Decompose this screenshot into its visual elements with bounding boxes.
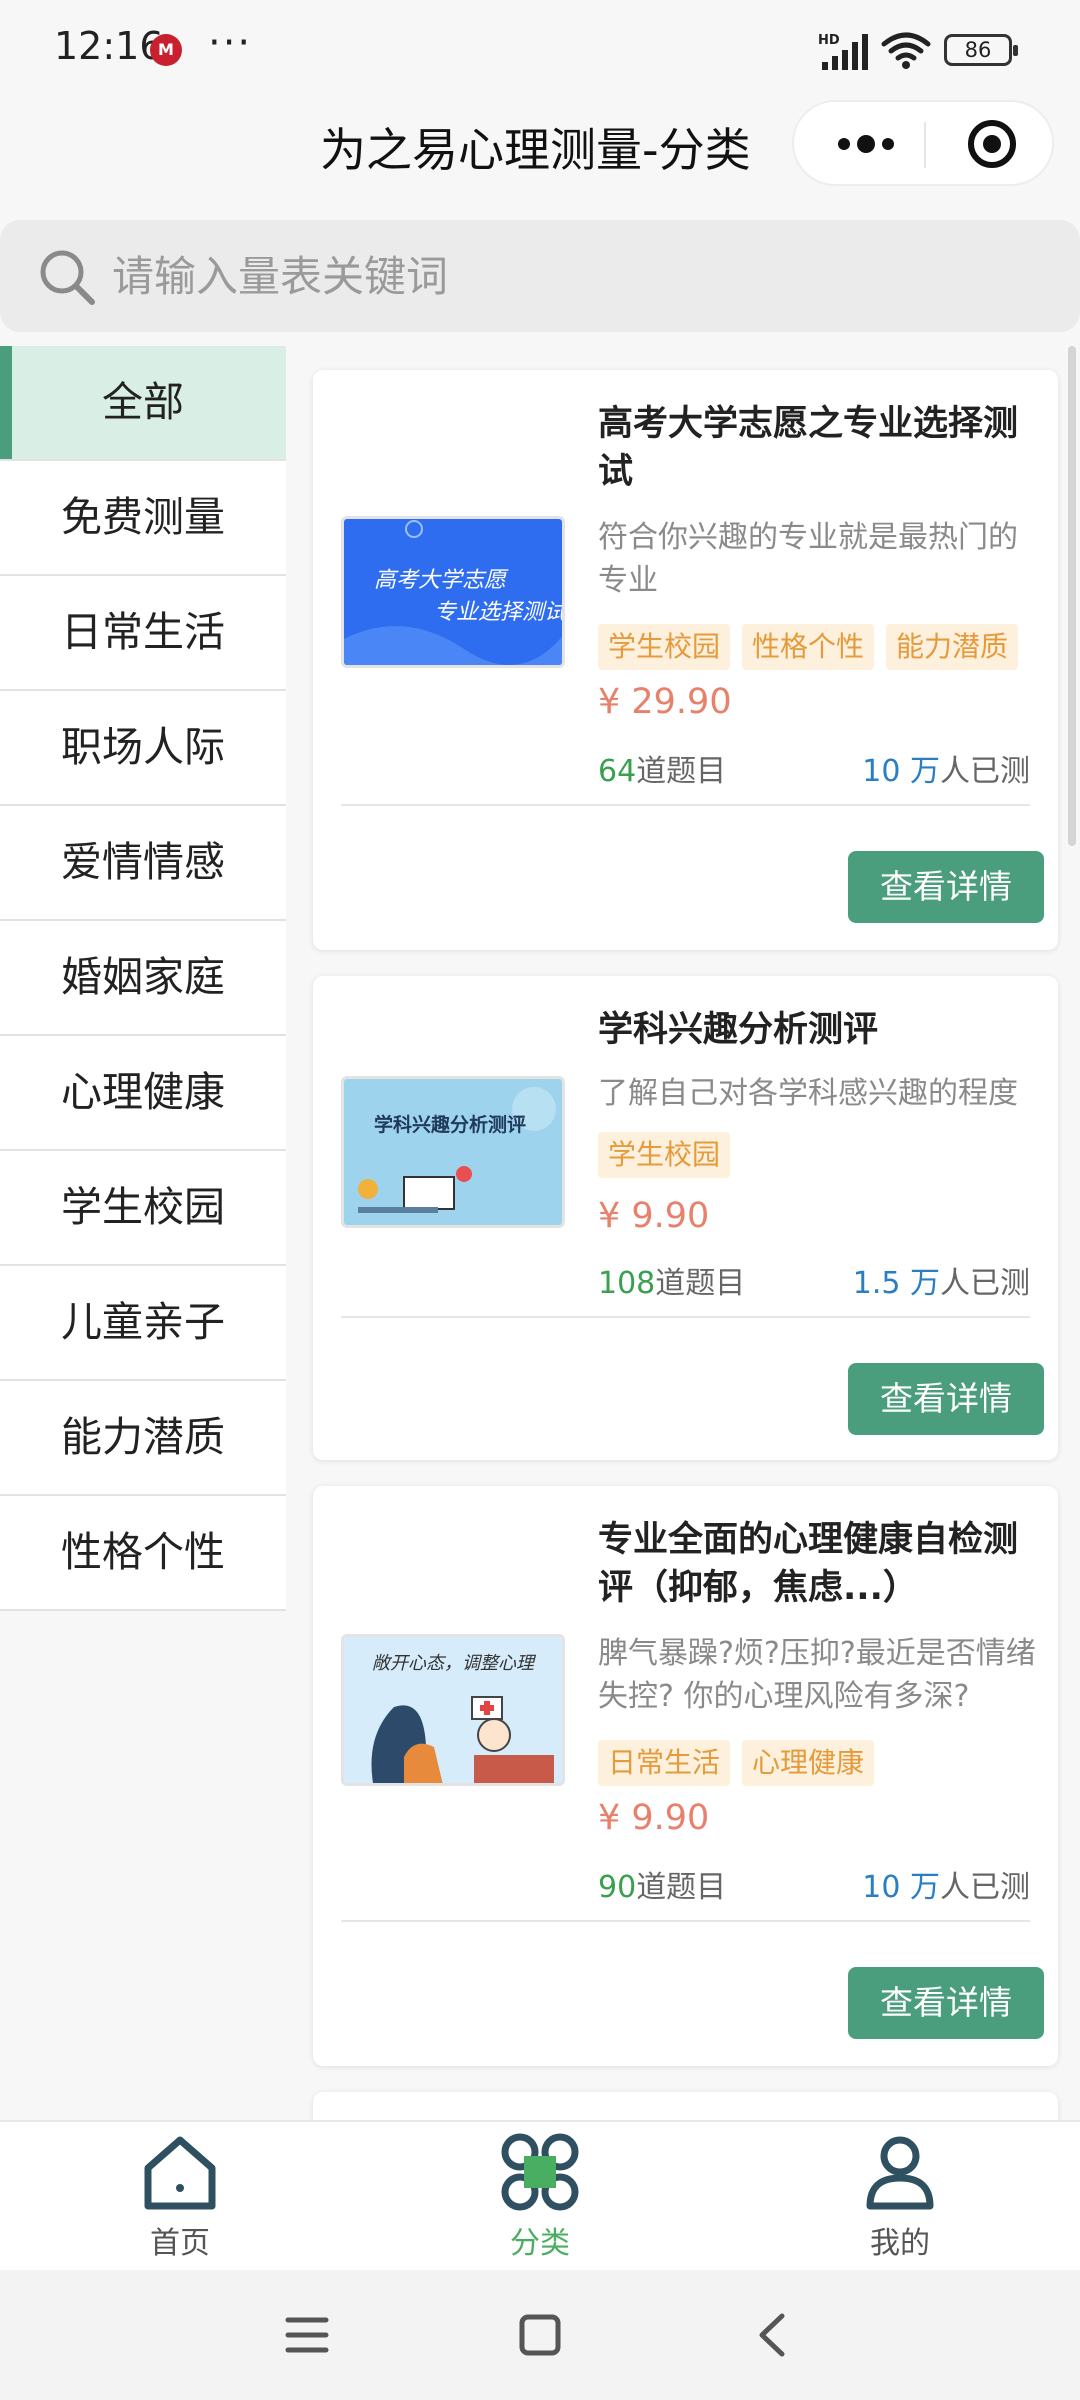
question-count-number: 90 [598,1870,637,1905]
question-count-label: 道题目 [636,1870,727,1905]
title-bar: 为之易心理测量-分类 [0,100,1080,210]
tested-count-label: 人已测 [940,754,1030,789]
page-title: 为之易心理测量-分类 [320,123,751,177]
question-count: 64道题目 [598,746,726,790]
question-count-number: 108 [598,1266,656,1301]
tab-profile[interactable]: 我的 [800,2132,1000,2272]
test-thumbnail: 敞开心态，调整心理 [341,1634,565,1786]
sidebar-item-free[interactable]: 免费测量 [0,461,286,576]
test-description: 符合你兴趣的专业就是最热门的专业 [598,520,1018,598]
search-bar [0,220,1080,332]
search-input[interactable] [112,244,1012,308]
thumbnail-text-line2: 专业选择测试 [434,600,565,625]
tag: 心理健康 [742,1740,875,1786]
mini-program-capsule [792,100,1054,186]
test-description: 脾气暴躁?烦?压抑?最近是否情绪失控? 你的心理风险有多深? [598,1636,1036,1714]
sidebar-item-mental-health[interactable]: 心理健康 [0,1036,286,1151]
sidebar-item-students[interactable]: 学生校园 [0,1151,286,1266]
tag-list: 学生校园 [598,1132,742,1178]
thumbnail-text: 敞开心态，调整心理 [372,1653,537,1674]
back-icon[interactable] [748,2310,798,2360]
test-thumbnail: 学科兴趣分析测评 [341,1076,565,1228]
tested-count-label: 人已测 [940,1870,1030,1905]
tag: 性格个性 [742,624,875,670]
sidebar-item-marriage[interactable]: 婚姻家庭 [0,921,286,1036]
tag: 学生校园 [598,1132,731,1178]
question-count-label: 道题目 [636,754,727,789]
status-bar: 12:16 M ··· HD 86 [0,0,1080,100]
question-count: 90道题目 [598,1862,726,1906]
search-icon [40,250,95,305]
question-count-label: 道题目 [655,1266,746,1301]
system-nav-bar [0,2270,1080,2400]
bottom-tab-bar: 首页 分类 我的 [0,2120,1080,2270]
wifi-icon [881,32,931,69]
scrollbar[interactable] [1068,346,1076,846]
status-time: 12:16 [54,24,164,68]
category-icon [501,2133,579,2211]
signal-icon: HD [818,33,868,70]
tag: 日常生活 [598,1740,731,1786]
sidebar-item-parenting[interactable]: 儿童亲子 [0,1266,286,1381]
tested-count-number: 10 万 [862,754,940,789]
capsule-divider [924,122,926,168]
tested-count: 10 万人已测 [862,746,1030,790]
tag: 学生校园 [598,624,731,670]
tab-profile-label: 我的 [870,2226,930,2261]
thumbnail-text-line1: 高考大学志愿 [374,568,509,593]
close-mini-program-icon[interactable] [968,120,1016,168]
test-card[interactable]: 学科兴趣分析测评 学科兴趣分析测评 了解自己对各学科感兴趣的程度 学生校园 ¥ … [313,976,1058,1460]
tested-count-number: 1.5 万 [852,1266,940,1301]
tested-count-number: 10 万 [862,1870,940,1905]
test-description: 了解自己对各学科感兴趣的程度 [598,1076,1018,1111]
profile-icon [866,2136,934,2210]
tag-list: 日常生活 心理健康 [598,1740,886,1786]
test-price: ¥ 29.90 [598,682,732,722]
test-card[interactable]: 敞开心态，调整心理 专业全面的心理健康自检测评（抑郁，焦虑...） 脾气暴躁?烦… [313,1486,1058,2066]
test-title: 高考大学志愿之专业选择测试 [598,404,1019,492]
test-thumbnail: 高考大学志愿 专业选择测试 [341,516,565,668]
sidebar-item-ability[interactable]: 能力潜质 [0,1381,286,1496]
menu-icon[interactable] [282,2310,332,2360]
bank-app-icon: M [150,34,182,66]
view-details-button[interactable]: 查看详情 [848,1967,1044,2039]
home-icon [144,2136,216,2210]
tab-category-label: 分类 [510,2226,570,2261]
view-details-button[interactable]: 查看详情 [848,1363,1044,1435]
hd-label: HD [818,33,840,48]
battery-indicator: 86 [944,34,1018,66]
more-options-icon[interactable] [824,114,908,174]
sidebar-item-all[interactable]: 全部 [0,346,286,461]
tag: 能力潜质 [886,624,1019,670]
sidebar-item-personality[interactable]: 性格个性 [0,1496,286,1611]
tested-count: 10 万人已测 [862,1862,1030,1906]
tab-home[interactable]: 首页 [80,2132,280,2272]
sidebar-item-love[interactable]: 爱情情感 [0,806,286,921]
card-divider [341,1920,1030,1922]
tab-home-label: 首页 [150,2226,210,2261]
card-divider [341,1316,1030,1318]
home-square-icon[interactable] [515,2310,565,2360]
question-count-number: 64 [598,754,637,789]
sidebar-item-daily-life[interactable]: 日常生活 [0,576,286,691]
test-price: ¥ 9.90 [598,1798,710,1838]
category-sidebar: 全部 免费测量 日常生活 职场人际 爱情情感 婚姻家庭 心理健康 学生校园 儿童… [0,346,286,1611]
test-title: 专业全面的心理健康自检测评（抑郁，焦虑...） [598,1520,1019,1608]
tested-count-label: 人已测 [940,1266,1030,1301]
sidebar-item-workplace[interactable]: 职场人际 [0,691,286,806]
test-title: 学科兴趣分析测评 [598,1010,879,1050]
card-divider [341,804,1030,806]
notification-more-icon: ··· [208,20,253,66]
tag-list: 学生校园 性格个性 能力潜质 [598,624,1030,670]
test-card[interactable]: 高考大学志愿 专业选择测试 高考大学志愿之专业选择测试 符合你兴趣的专业就是最热… [313,370,1058,950]
tab-category[interactable]: 分类 [440,2132,640,2272]
question-count: 108道题目 [598,1258,745,1302]
view-details-button[interactable]: 查看详情 [848,851,1044,923]
thumbnail-text: 学科兴趣分析测评 [374,1113,526,1136]
test-price: ¥ 9.90 [598,1196,710,1236]
tested-count: 1.5 万人已测 [853,1258,1030,1302]
